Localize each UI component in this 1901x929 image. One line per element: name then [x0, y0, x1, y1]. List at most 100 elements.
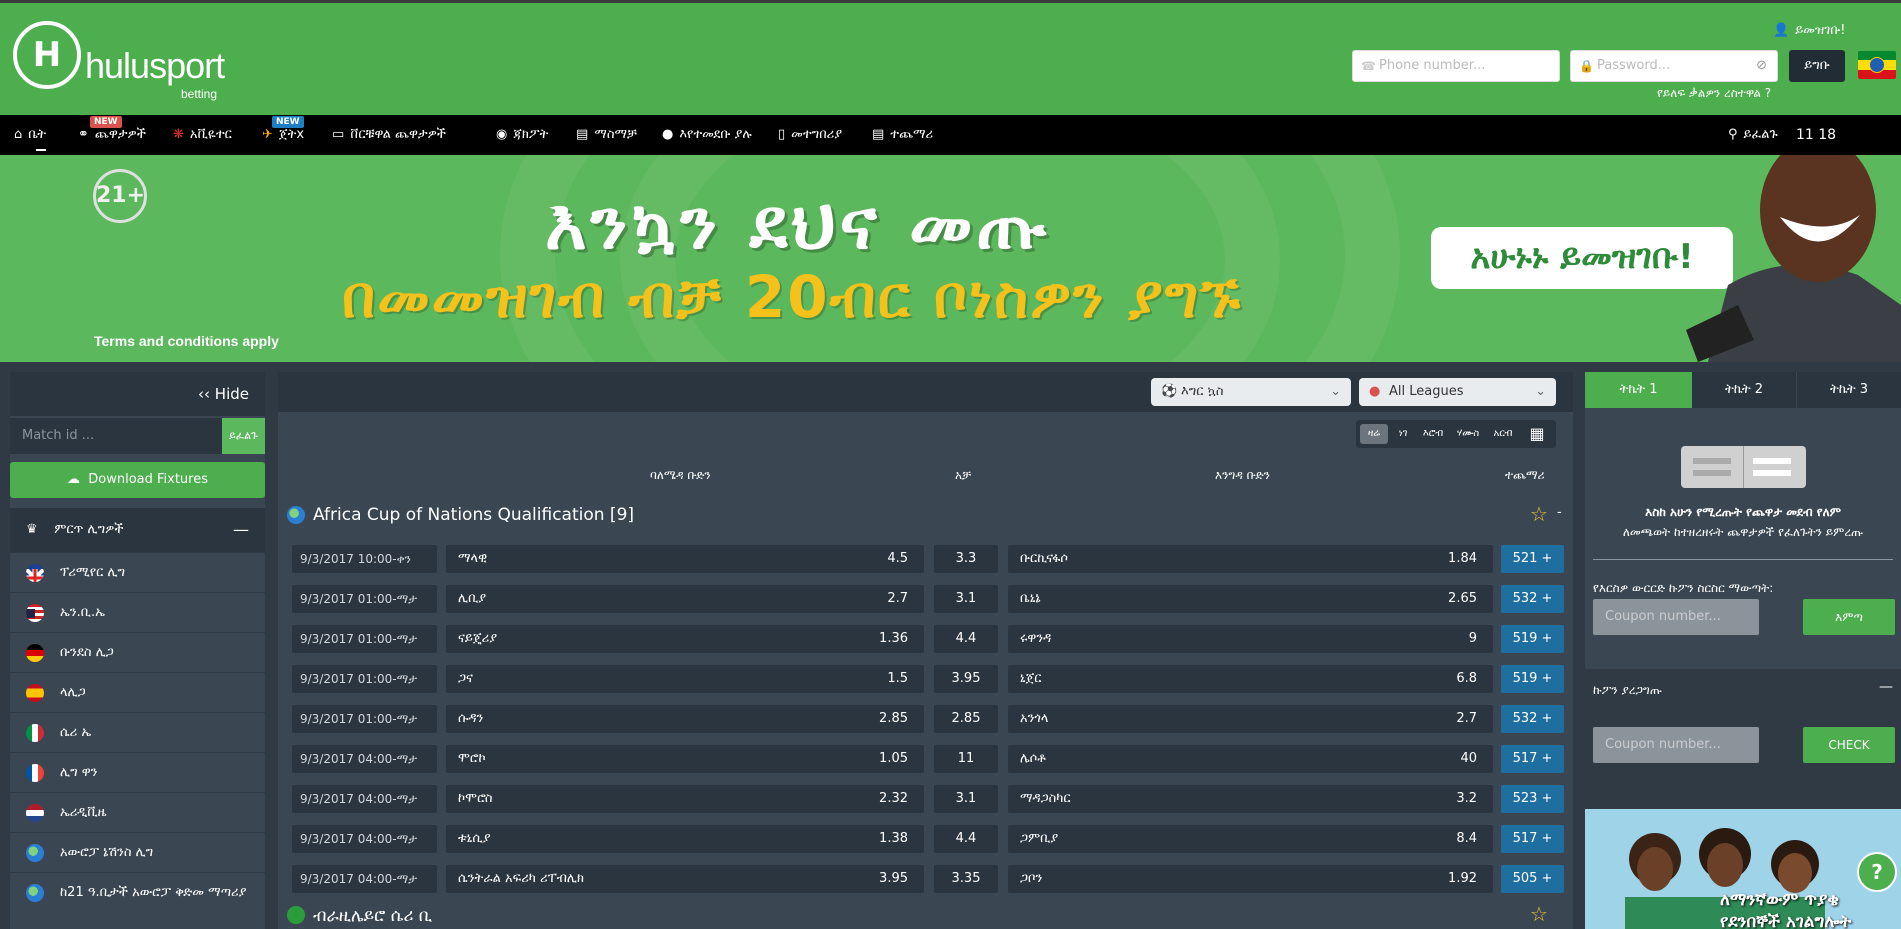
- load-coupon-button[interactable]: እምጣ: [1803, 599, 1895, 635]
- draw-odd-button[interactable]: 4.4: [934, 625, 998, 653]
- download-fixtures-button[interactable]: ☁ Download Fixtures: [10, 462, 265, 498]
- match-id-input[interactable]: Match id ...: [10, 418, 222, 454]
- nav-more[interactable]: ▤ ተጨማሪ: [872, 115, 933, 155]
- nav-virtual[interactable]: ▭ ቨርቹዋል ጨዋታዎች: [332, 115, 446, 155]
- eye-slash-icon[interactable]: ⊘: [1756, 51, 1767, 81]
- draw-odd-button[interactable]: 3.95: [934, 665, 998, 693]
- league-group-header[interactable]: Africa Cup of Nations Qualification [9] …: [278, 502, 1573, 532]
- home-odd-button[interactable]: ቱኒሲያ 1.38: [446, 825, 924, 853]
- best-leagues-header[interactable]: ♛ ምርጥ ሊግዎች —: [10, 508, 265, 552]
- login-button[interactable]: ይግቡ: [1789, 50, 1845, 82]
- home-odd-button[interactable]: ናይጄሪያ 1.36: [446, 625, 924, 653]
- draw-odd-button[interactable]: 2.85: [934, 705, 998, 733]
- draw-odd-button[interactable]: 3.3: [934, 545, 998, 573]
- home-odd-button[interactable]: ሊቢያ 2.7: [446, 585, 924, 613]
- sport-select-value: እግር ኳስ: [1181, 384, 1224, 399]
- more-markets-button[interactable]: 519 +: [1501, 625, 1564, 653]
- league-item[interactable]: ቡንደስ ሊጋ: [10, 632, 265, 672]
- star-icon[interactable]: ☆: [1530, 502, 1548, 526]
- nav-jackpot[interactable]: ◉ ጃክፖት: [496, 115, 548, 155]
- league-item[interactable]: ፕሪሚየር ሊግ: [10, 552, 265, 592]
- customer-service-promo[interactable]: ለማንኛውም ጥያቄ የደንበኞች አገልግሎት: [1585, 809, 1901, 929]
- check-coupon-input[interactable]: Coupon number...: [1593, 727, 1759, 763]
- more-markets-button[interactable]: 532 +: [1501, 585, 1564, 613]
- away-odd-button[interactable]: ቤኒኔ 2.65: [1008, 585, 1493, 613]
- home-odd-button[interactable]: ማላዊ 4.5: [446, 545, 924, 573]
- home-odd-button[interactable]: ሞሮኮ 1.05: [446, 745, 924, 773]
- league-group-header[interactable]: ብራዚሌይሮ ሴሪ ቢ ☆: [278, 902, 1573, 929]
- tab-ticket-2[interactable]: ትኬት 2: [1692, 372, 1797, 408]
- league-item[interactable]: አውሮፓ ኔሽንስ ሊግ: [10, 832, 265, 872]
- nav-jetx[interactable]: NEW ✈ ጀትx: [262, 115, 304, 155]
- draw-odd-button[interactable]: 11: [934, 745, 998, 773]
- more-markets-button[interactable]: 517 +: [1501, 745, 1564, 773]
- away-odd-button[interactable]: ሩዋንዳ 9: [1008, 625, 1493, 653]
- betslip-panel: ትኬት 1 ትኬት 2 ትኬት 3 እስከ አሁን የሚረጡት የጨዋታ መደብ…: [1585, 372, 1901, 929]
- league-item[interactable]: ሴሪ ኤ: [10, 712, 265, 752]
- draw-odd-button[interactable]: 3.35: [934, 865, 998, 893]
- match-search-button[interactable]: ይፈልጉ: [222, 418, 265, 454]
- more-markets-button[interactable]: 532 +: [1501, 705, 1564, 733]
- league-item[interactable]: ላሊጋ: [10, 672, 265, 712]
- password-input[interactable]: 🔒 Password... ⊘: [1570, 50, 1778, 82]
- league-select[interactable]: ● All Leagues ⌄: [1359, 378, 1556, 406]
- away-odd-button[interactable]: አንጎላ 2.7: [1008, 705, 1493, 733]
- league-item[interactable]: ሊግ ዋን: [10, 752, 265, 792]
- nav-app[interactable]: ▯ መተግበሪያ: [778, 115, 842, 155]
- register-link[interactable]: 👤 ይመዝገቡ!: [1773, 23, 1845, 38]
- collapse-icon[interactable]: -: [1557, 505, 1562, 520]
- nav-live[interactable]: ● እየተመደቡ ያሉ: [662, 115, 752, 155]
- load-coupon-input[interactable]: Coupon number...: [1593, 599, 1759, 635]
- ethiopia-flag-icon[interactable]: [1858, 51, 1896, 79]
- promo-banner[interactable]: 21+ እንኳን ደህና መጡ በመመዝገብ ብቻ 20ብር ቦነስዎን ያግኙ…: [0, 155, 1901, 362]
- draw-odd-button[interactable]: 3.1: [934, 785, 998, 813]
- more-markets-button[interactable]: 519 +: [1501, 665, 1564, 693]
- more-markets-button[interactable]: 521 +: [1501, 545, 1564, 573]
- sport-select[interactable]: ⚽ እግር ኳስ ⌄: [1151, 378, 1351, 406]
- tab-ticket-3[interactable]: ትኬት 3: [1797, 372, 1901, 408]
- star-icon[interactable]: ☆: [1530, 902, 1548, 926]
- nav-more-label: ተጨማሪ: [890, 127, 934, 142]
- nav-home[interactable]: ⌂ ቤት: [14, 115, 47, 155]
- phone-input[interactable]: ☎ Phone number...: [1352, 50, 1560, 82]
- away-odd-button[interactable]: ማዳጋስካር 3.2: [1008, 785, 1493, 813]
- away-odd-button[interactable]: ቡርኪናፋሶ 1.84: [1008, 545, 1493, 573]
- more-markets-button[interactable]: 523 +: [1501, 785, 1564, 813]
- calendar-icon[interactable]: ▦: [1524, 424, 1550, 444]
- home-odd-button[interactable]: ሴንትራል አፍሪካ ሪፐብሊክ 3.95: [446, 865, 924, 893]
- help-chat-icon[interactable]: ?: [1857, 852, 1897, 892]
- away-odd-button[interactable]: ጋቦን 1.92: [1008, 865, 1493, 893]
- check-coupon-button[interactable]: CHECK: [1803, 727, 1895, 763]
- hide-sidebar-button[interactable]: ‹‹ Hide: [10, 372, 265, 416]
- filter-tomorrow[interactable]: ነገ: [1392, 424, 1414, 444]
- league-item[interactable]: ከ21 ዓ.ቢታች አውሮፓ ቅድመ ማጣሪያ: [10, 872, 265, 912]
- nav-stats[interactable]: ▤ ማስማቻ: [576, 115, 637, 155]
- league-item[interactable]: ኤሪዲቪዜ: [10, 792, 265, 832]
- hulusport-logo[interactable]: H hulusport betting: [13, 17, 233, 107]
- nav-search[interactable]: ⚲ ይፈልጉ: [1728, 115, 1778, 155]
- collapse-icon[interactable]: —: [233, 508, 249, 552]
- banner-terms[interactable]: Terms and conditions apply: [94, 333, 279, 349]
- more-markets-button[interactable]: 505 +: [1501, 865, 1564, 893]
- nav-games[interactable]: NEW ⚭ ጨዋታዎች: [78, 115, 146, 155]
- filter-thu[interactable]: ሃሙስ: [1452, 424, 1484, 444]
- home-odd-button[interactable]: ሱዳን 2.85: [446, 705, 924, 733]
- more-markets-button[interactable]: 517 +: [1501, 825, 1564, 853]
- match-row: 9/3/2017 04:00-ማታ ኮሞሮስ 2.32 3.1 ማዳጋስካር 3.2 523…: [292, 785, 1564, 813]
- away-odd-button[interactable]: ጋምቢያ 8.4: [1008, 825, 1493, 853]
- home-odd-button[interactable]: ኮሞሮስ 2.32: [446, 785, 924, 813]
- forgot-password-link[interactable]: የይለፍ ቃልዎን ረስተዋል ?: [1657, 86, 1771, 101]
- league-item[interactable]: ኤን.ቢ.ኤ: [10, 592, 265, 632]
- draw-odd-button[interactable]: 3.1: [934, 585, 998, 613]
- home-odd-button[interactable]: ጋና 1.5: [446, 665, 924, 693]
- away-odd-button[interactable]: ሌሶቶ 40: [1008, 745, 1493, 773]
- nav-live-label: እየተመደቡ ያሉ: [679, 127, 752, 142]
- away-odd-button[interactable]: ኒጀር 6.8: [1008, 665, 1493, 693]
- tab-ticket-1[interactable]: ትኬት 1: [1585, 372, 1692, 408]
- collapse-icon[interactable]: —: [1879, 679, 1893, 695]
- draw-odd-button[interactable]: 4.4: [934, 825, 998, 853]
- nav-aviator[interactable]: ❋ አቪዬተር: [173, 115, 232, 155]
- filter-fri[interactable]: አርብ: [1488, 424, 1518, 444]
- filter-wed[interactable]: እሮብ: [1418, 424, 1448, 444]
- filter-today[interactable]: ዛሬ: [1360, 424, 1388, 444]
